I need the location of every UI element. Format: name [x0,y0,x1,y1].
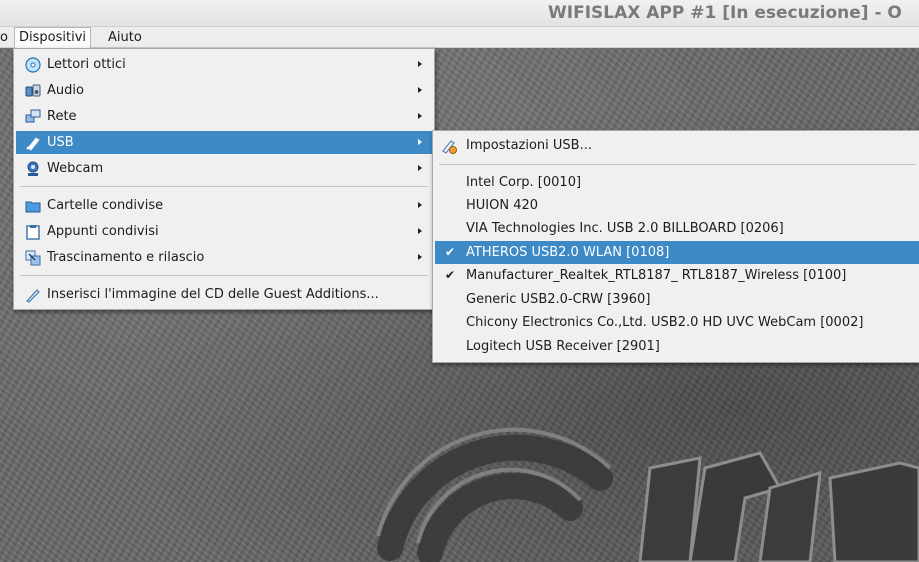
menu-item-label: Rete [47,109,77,124]
cd-insert-icon [26,289,40,303]
folder-icon [25,201,41,213]
usb-settings-icon [442,140,457,154]
usb-device-label: Intel Corp. [0010] [466,175,582,190]
menu-separator [20,186,428,187]
menu-item-label: Impostazioni USB... [466,138,592,153]
usb-device-item[interactable]: Generic USB2.0-CRW [3960] [435,288,919,311]
usb-device-item[interactable]: Chicony Electronics Co.,Ltd. USB2.0 HD U… [435,311,919,334]
menu-item-audio[interactable]: Audio [16,79,432,102]
window-title: WIFISLAX APP #1 [In esecuzione] - O [548,3,902,23]
menu-item-label: Appunti condivisi [47,224,159,239]
menu-item-network[interactable]: Rete [16,105,432,128]
menu-file-truncated[interactable]: o [0,28,12,47]
menu-separator [439,164,916,165]
drag-drop-icon [25,250,41,266]
submenu-arrow-icon [418,202,422,208]
devices-menu: Lettori ottici Audio Rete USB Webcam Car… [13,48,435,310]
menu-item-usb-settings[interactable]: Impostazioni USB... [435,134,919,157]
submenu-arrow-icon [418,254,422,260]
submenu-arrow-icon [418,61,422,67]
usb-device-item[interactable]: ✔ Manufacturer_Realtek_RTL8187_ RTL8187_… [435,264,919,287]
usb-submenu: Impostazioni USB... Intel Corp. [0010] H… [432,130,919,363]
usb-device-label: ATHEROS USB2.0 WLAN [0108] [466,245,670,260]
submenu-arrow-icon [418,87,422,93]
submenu-arrow-icon [418,113,422,119]
menu-item-usb[interactable]: USB [16,131,432,154]
menu-item-label: Webcam [47,161,104,176]
submenu-arrow-icon [418,139,422,145]
menu-item-shared-folders[interactable]: Cartelle condivise [16,194,432,217]
optical-disc-icon [25,57,41,73]
usb-device-label: Manufacturer_Realtek_RTL8187_ RTL8187_Wi… [466,268,847,283]
audio-icon [25,84,41,97]
clipboard-icon [26,225,40,240]
submenu-arrow-icon [418,165,422,171]
menu-item-drag-and-drop[interactable]: Trascinamento e rilascio [16,246,432,269]
menu-item-label: Audio [47,83,84,98]
usb-device-label: VIA Technologies Inc. USB 2.0 BILLBOARD … [466,221,784,236]
usb-device-item[interactable]: Intel Corp. [0010] [435,171,919,194]
usb-icon [26,137,40,151]
menu-separator [20,275,428,276]
menu-item-shared-clipboard[interactable]: Appunti condivisi [16,220,432,243]
menu-item-label: Trascinamento e rilascio [47,250,205,265]
menu-devices[interactable]: Dispositivi [14,27,91,48]
menu-bar: o Dispositivi Aiuto [0,27,919,48]
usb-device-label: Generic USB2.0-CRW [3960] [466,292,651,307]
menu-item-insert-guest-additions[interactable]: Inserisci l'immagine del CD delle Guest … [16,283,432,306]
usb-device-item[interactable]: ✔ ATHEROS USB2.0 WLAN [0108] [435,241,919,264]
checkmark-icon: ✔ [445,245,456,259]
menu-item-optical-drives[interactable]: Lettori ottici [16,53,432,76]
usb-device-label: Chicony Electronics Co.,Ltd. USB2.0 HD U… [466,315,864,330]
menu-help[interactable]: Aiuto [104,28,146,47]
menu-item-label: USB [47,135,74,150]
usb-device-label: HUION 420 [466,198,539,213]
usb-device-label: Logitech USB Receiver [2901] [466,339,660,354]
window-titlebar: WIFISLAX APP #1 [In esecuzione] - O [0,0,919,27]
menu-item-label: Lettori ottici [47,57,126,72]
menu-item-label: Cartelle condivise [47,198,164,213]
network-icon [25,109,41,123]
usb-device-item[interactable]: VIA Technologies Inc. USB 2.0 BILLBOARD … [435,217,919,240]
menu-item-label: Inserisci l'immagine del CD delle Guest … [47,287,379,302]
webcam-icon [27,161,39,176]
submenu-arrow-icon [418,228,422,234]
menu-item-webcam[interactable]: Webcam [16,157,432,180]
usb-device-item[interactable]: HUION 420 [435,194,919,217]
usb-device-item[interactable]: Logitech USB Receiver [2901] [435,335,919,358]
checkmark-icon: ✔ [445,268,456,282]
